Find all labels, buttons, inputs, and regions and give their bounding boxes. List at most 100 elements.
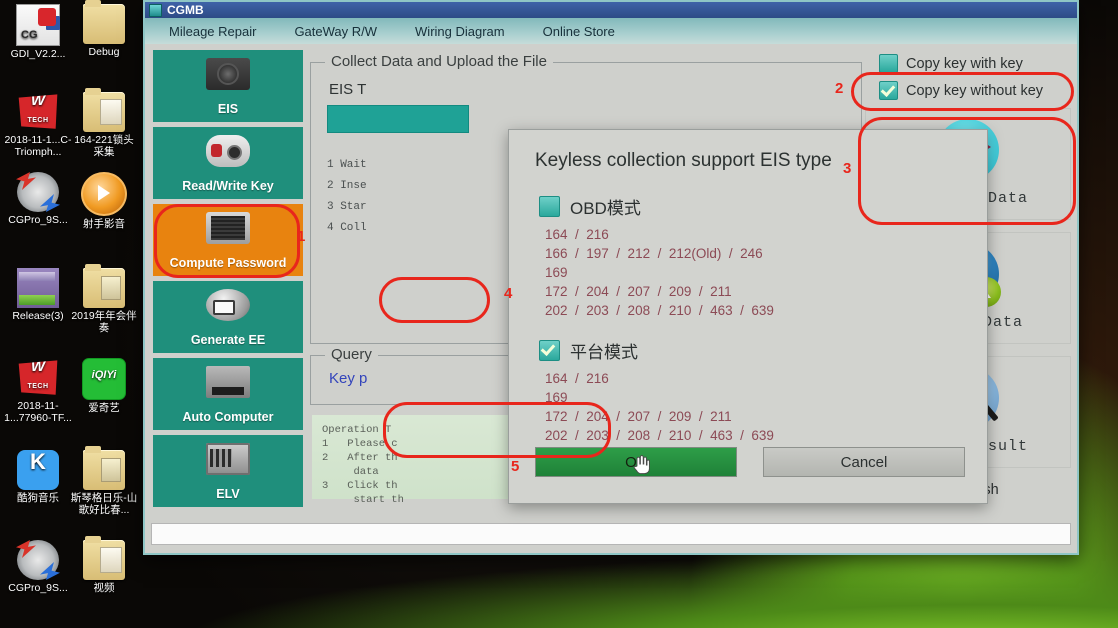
- dialog-button-row: OK Cancel: [535, 447, 965, 477]
- desktop-icon-debug[interactable]: Debug: [70, 0, 138, 59]
- desktop-icon-label: 爱奇艺: [88, 402, 120, 414]
- keyless-collection-dialog: Keyless collection support EIS type OBD模…: [508, 129, 988, 504]
- desktop-icon-kugou[interactable]: 酷狗音乐: [4, 450, 72, 505]
- desktop-icon-label: Release(3): [12, 310, 64, 322]
- cancel-button[interactable]: Cancel: [763, 447, 965, 477]
- desktop-icon-cgpro-a[interactable]: CGPro_9S...: [4, 172, 72, 227]
- checkbox-box: [879, 54, 898, 73]
- rail-button-label: ELV: [216, 487, 240, 501]
- menu-item-mileage-repair[interactable]: Mileage Repair: [153, 24, 272, 39]
- desktop-icon-shooter-player[interactable]: 射手影音: [70, 172, 138, 231]
- folder-media-icon: [83, 446, 125, 490]
- cancel-button-label: Cancel: [840, 453, 888, 471]
- desktop-icon-cgpro-b[interactable]: CGPro_9S...: [4, 540, 72, 595]
- rail-button-elv[interactable]: ELV: [153, 435, 303, 507]
- ok-button-label: OK: [625, 453, 647, 471]
- eis-type-row: 166 / 197 / 212 / 212(Old) / 246: [545, 246, 763, 261]
- rail-button-label: Compute Password: [169, 256, 287, 270]
- folder-doc-icon: [83, 536, 125, 580]
- desktop-icon-label: 2018-11-1...77960-TF...: [4, 400, 72, 424]
- rail-button-compute-password[interactable]: Compute Password: [153, 204, 303, 276]
- rail-button-label: EIS: [217, 102, 239, 116]
- platform-type-list: 164 / 216 169 172 / 204 / 207 / 209 / 21…: [545, 369, 987, 445]
- eis-type-row: 164 / 216: [545, 371, 609, 386]
- left-tool-rail: EIS Read/Write Key Compute Password Gene…: [153, 50, 303, 512]
- rail-button-eis[interactable]: EIS: [153, 50, 303, 122]
- desktop-icon-164-221[interactable]: 164-221锁头采集: [70, 88, 138, 158]
- winrar-archive-icon: [17, 268, 59, 308]
- desktop-icon-label: CGPro_9S...: [8, 582, 68, 594]
- query-group-title: Query: [325, 346, 378, 363]
- desktop-icon-release3[interactable]: Release(3): [4, 268, 72, 323]
- menubar: Mileage Repair GateWay R/W Wiring Diagra…: [145, 18, 1077, 44]
- checkbox-platform-mode[interactable]: 平台模式: [539, 338, 987, 363]
- checkbox-label: 平台模式: [570, 343, 638, 362]
- rail-button-label: Generate EE: [190, 333, 266, 347]
- desktop-icon-2019-annual[interactable]: 2019年年会伴奏: [70, 264, 138, 334]
- window-titlebar: CGMB: [145, 2, 1077, 18]
- collect-step: 3 Star: [327, 201, 367, 213]
- elv-board-icon: [206, 443, 250, 475]
- app-logo-icon: [149, 3, 162, 17]
- desktop-icon-label: Debug: [88, 46, 120, 58]
- ok-button[interactable]: OK: [535, 447, 737, 477]
- window-title: CGMB: [167, 3, 204, 17]
- obd-type-list: 164 / 216 166 / 197 / 212 / 212(Old) / 2…: [545, 225, 987, 320]
- menu-item-wiring-diagram[interactable]: Wiring Diagram: [399, 24, 521, 39]
- desktop-icon-iqiyi[interactable]: 爱奇艺: [70, 358, 138, 415]
- checkbox-obd-mode[interactable]: OBD模式: [539, 194, 987, 219]
- rail-button-label: Read/Write Key: [182, 179, 274, 193]
- checkbox-box-checked: [879, 81, 898, 100]
- cpu-chip-icon: [206, 212, 250, 244]
- eis-module-icon: [206, 58, 250, 90]
- dialog-title: Keyless collection support EIS type: [535, 150, 832, 171]
- collect-step: 4 Coll: [327, 222, 367, 234]
- desktop-icon-label: 斯琴格日乐-山歌好比春...: [70, 492, 138, 516]
- eis-type-row: 169: [545, 390, 568, 405]
- desktop-icon-label: CGPro_9S...: [8, 214, 68, 226]
- desktop-icon-tech-77960[interactable]: 2018-11-1...77960-TF...: [4, 358, 72, 424]
- iqiyi-icon: [82, 358, 126, 400]
- desktop-icon-tech-triomph[interactable]: 2018-11-1...C-Triomph...: [4, 92, 72, 158]
- checkbox-copy-key-without-key[interactable]: Copy key without key: [879, 81, 1071, 100]
- desktop-icon-label: 2018-11-1...C-Triomph...: [4, 134, 72, 158]
- eis-type-row: 172 / 204 / 207 / 209 / 211: [545, 284, 732, 299]
- tech-app-icon: [18, 94, 58, 129]
- desktop-icon-video[interactable]: 视频: [70, 536, 138, 595]
- cgdi-app-icon: [16, 4, 60, 46]
- eis-type-label: EIS T: [329, 81, 367, 98]
- cgmb-application-window: CGMB Mileage Repair GateWay R/W Wiring D…: [143, 0, 1079, 555]
- eis-type-row: 202 / 203 / 208 / 210 / 463 / 639: [545, 303, 774, 318]
- folder-doc-icon: [83, 88, 125, 132]
- rail-button-auto-computer[interactable]: Auto Computer: [153, 358, 303, 430]
- tech-app-icon: [18, 360, 58, 395]
- desktop-icon-gdi[interactable]: GDI_V2.2...: [4, 4, 72, 61]
- status-bar: [151, 523, 1071, 545]
- car-key-icon: [206, 135, 250, 167]
- desktop-icon-siqin[interactable]: 斯琴格日乐-山歌好比春...: [70, 446, 138, 516]
- desktop-icon-label: GDI_V2.2...: [10, 48, 66, 60]
- desktop-icon-label: 164-221锁头采集: [74, 134, 134, 158]
- desktop-icon-label: 视频: [93, 582, 115, 594]
- eis-type-select[interactable]: [327, 105, 469, 133]
- window-body: EIS Read/Write Key Compute Password Gene…: [145, 44, 1077, 553]
- checkbox-box: [539, 196, 560, 217]
- eis-type-row: 164 / 216: [545, 227, 609, 242]
- collect-steps-list: 1 Wait 2 Inse 3 Star 4 Coll: [327, 155, 367, 239]
- printer-icon: [206, 289, 250, 321]
- collect-step: 1 Wait: [327, 159, 367, 171]
- folder-media-icon: [83, 264, 125, 308]
- rail-button-read-write-key[interactable]: Read/Write Key: [153, 127, 303, 199]
- menu-item-gateway-rw[interactable]: GateWay R/W: [278, 24, 393, 39]
- checkbox-box-checked: [539, 340, 560, 361]
- rail-button-label: Auto Computer: [182, 410, 274, 424]
- cgpro-app-icon: [17, 540, 59, 580]
- checkbox-label: Copy key with key: [906, 55, 1023, 72]
- collect-step: 2 Inse: [327, 180, 367, 192]
- menu-item-online-store[interactable]: Online Store: [527, 24, 631, 39]
- rail-button-generate-ee[interactable]: Generate EE: [153, 281, 303, 353]
- checkbox-copy-key-with-key[interactable]: Copy key with key: [879, 54, 1071, 73]
- desktop-icon-label: 2019年年会伴奏: [71, 310, 137, 334]
- folder-icon: [83, 0, 125, 44]
- eis-type-row: 202 / 203 / 208 / 210 / 463 / 639: [545, 428, 774, 443]
